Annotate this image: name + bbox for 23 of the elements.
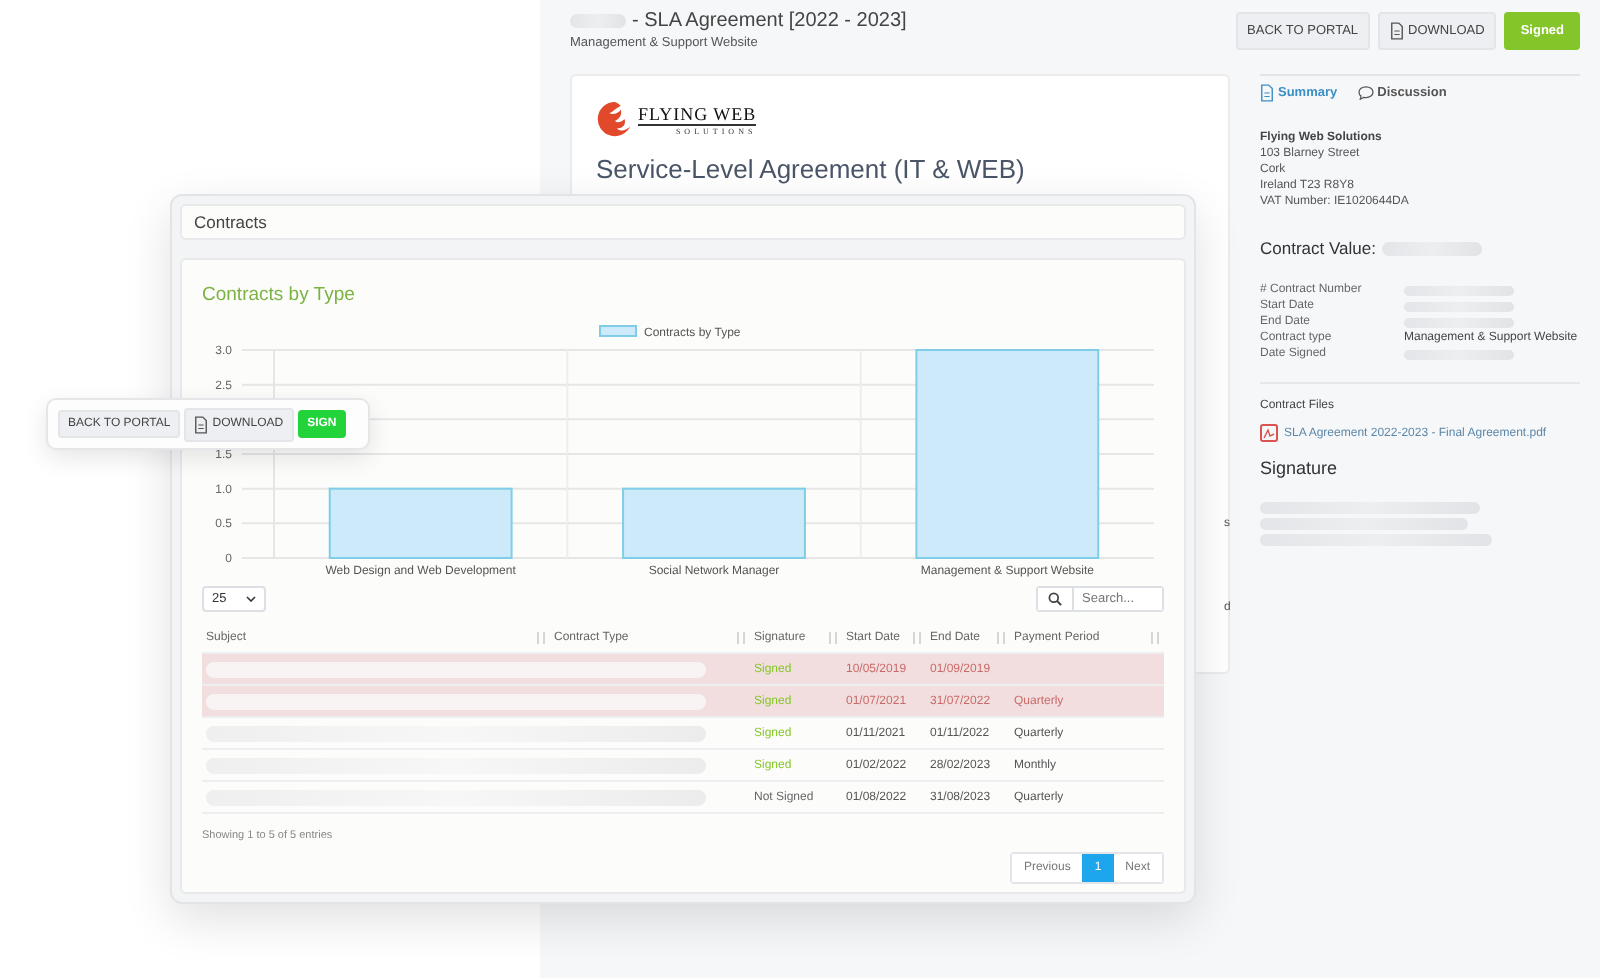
sort-icon[interactable]	[736, 632, 746, 644]
document-icon	[1260, 84, 1274, 102]
search-icon	[1048, 592, 1062, 606]
document-icon	[194, 415, 209, 433]
search-button[interactable]	[1038, 588, 1074, 610]
page-title: - SLA Agreement [2022 - 2023]	[632, 10, 907, 32]
sort-icon[interactable]	[828, 632, 838, 644]
panel-title: Contracts	[194, 212, 267, 232]
caret-icon	[246, 596, 257, 602]
sort-icon[interactable]	[912, 632, 922, 644]
sort-icon[interactable]	[1150, 632, 1160, 644]
logo-text: FLYING WEB	[638, 103, 757, 125]
sort-icon[interactable]	[536, 632, 546, 644]
signature-heading: Signature	[1260, 458, 1338, 478]
chart-title: Contracts by Type	[202, 284, 357, 306]
speech-bubble-icon	[1357, 86, 1374, 100]
sort-icon[interactable]	[996, 632, 1006, 644]
document-icon	[1390, 22, 1405, 40]
bird-logo-icon	[596, 100, 634, 138]
pdf-file-icon	[1260, 424, 1278, 442]
document-heading: Service-Level Agreement (IT & WEB)	[596, 154, 1027, 184]
legend-swatch	[599, 325, 637, 337]
contract-value-label: Contract Value:	[1260, 238, 1376, 258]
